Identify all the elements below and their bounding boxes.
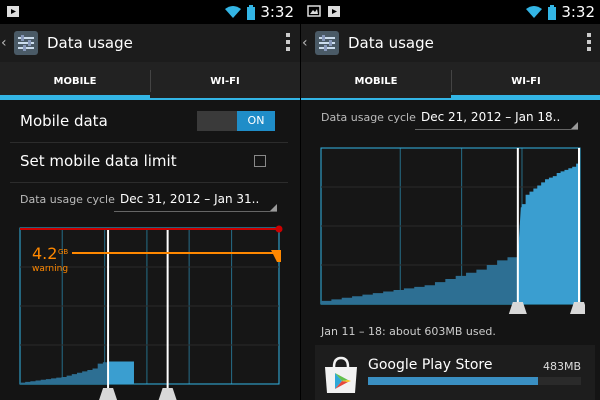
app-data-size: 483MB [542,360,581,373]
warning-value: 4.2 [32,244,57,263]
mobile-data-toggle[interactable]: ON [197,111,275,131]
app-name: Google Play Store [368,357,493,373]
mobile-data-label: Mobile data [20,112,108,130]
data-limit-checkbox[interactable] [254,155,266,167]
tab-selected-indicator [451,95,600,100]
spinner-underline [415,129,578,130]
overflow-menu-icon[interactable] [286,33,290,51]
screen-mobile: 3:32 ‹ Data usage MOBILE WI-FI Mobile da… [0,0,300,400]
page-title: Data usage [47,34,133,52]
notification-play-icon [7,6,19,17]
tab-mobile[interactable]: MOBILE [301,62,451,100]
settings-app-icon[interactable] [13,30,39,56]
screen-wifi: 3:32 ‹ Data usage MOBILE WI-FI Data usag… [300,0,600,400]
battery-icon [247,4,256,20]
cycle-label: Data usage cycle [20,193,115,206]
warning-unit: GB [58,248,68,256]
notification-play-icon [328,6,340,17]
back-chevron-icon[interactable]: ‹ [302,35,312,51]
limit-handle [275,225,283,233]
spinner-dropdown-icon [571,122,578,129]
range-start-handle [99,388,118,400]
cycle-spinner-value: Dec 21, 2012 – Jan 18.. [421,110,561,124]
status-bar: 3:32 [301,0,600,24]
action-bar: ‹ Data usage [301,24,600,62]
spinner-underline [114,211,277,212]
app-usage-row[interactable]: Google Play Store 483MB [315,345,595,400]
back-chevron-icon[interactable]: ‹ [1,35,11,51]
settings-app-icon[interactable] [314,30,340,56]
list-divider [10,142,288,143]
spinner-dropdown-icon [270,204,277,211]
app-usage-bar-fill [368,377,539,385]
tab-wifi[interactable]: WI-FI [150,62,300,100]
page-title: Data usage [348,34,434,52]
wifi-icon [225,6,242,18]
app-usage-bar [368,377,581,385]
tab-bar: MOBILE WI-FI [301,62,600,100]
range-end-handle [158,388,177,400]
wifi-usage-chart[interactable] [319,144,585,314]
list-divider [10,182,288,183]
notification-gallery-icon [307,5,321,17]
status-bar: 3:32 [0,0,300,24]
overflow-menu-icon[interactable] [587,33,591,51]
toggle-on-state: ON [237,111,275,131]
warning-label: warning [32,264,68,274]
status-time: 3:32 [260,3,294,21]
cycle-spinner-value: Dec 31, 2012 – Jan 31.. [120,192,260,206]
cycle-label: Data usage cycle [321,111,416,124]
status-time: 3:32 [561,3,595,21]
tab-bar: MOBILE WI-FI [0,62,300,100]
set-data-limit-label: Set mobile data limit [20,152,177,170]
usage-summary: Jan 11 – 18: about 603MB used. [321,325,496,338]
battery-icon [548,4,557,20]
mobile-usage-chart[interactable]: 4.2 GB warning [18,224,284,400]
wifi-icon [526,6,543,18]
tab-selected-indicator [0,95,150,100]
chart-selected-area [108,361,134,384]
google-play-store-icon [325,356,357,393]
action-bar: ‹ Data usage [0,24,300,62]
